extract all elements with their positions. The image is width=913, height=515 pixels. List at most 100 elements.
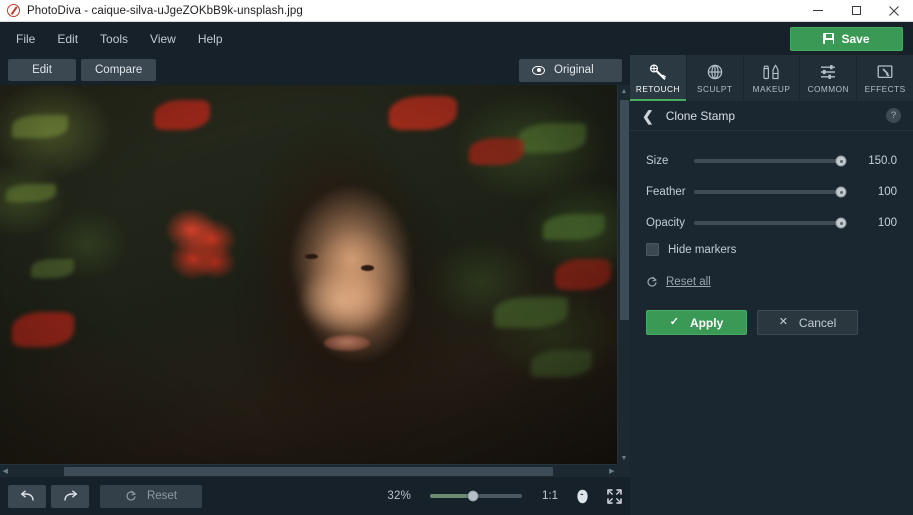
- photo-preview[interactable]: [0, 85, 617, 464]
- undo-icon: [20, 490, 34, 501]
- feather-slider-handle[interactable]: [835, 186, 847, 198]
- save-floppy-icon: [823, 33, 835, 44]
- redo-icon: [63, 490, 77, 501]
- eye-icon: [532, 65, 545, 75]
- app-logo-icon: [7, 4, 20, 17]
- menu-item-view[interactable]: View: [139, 27, 187, 51]
- menu-item-tools[interactable]: Tools: [89, 27, 139, 51]
- canvas-vertical-scrollbar[interactable]: ▲ ▼: [617, 85, 630, 464]
- photodiva-window: PhotoDiva - caique-silva-uJgeZOKbB9k-uns…: [0, 0, 913, 515]
- hide-markers-checkbox[interactable]: [646, 243, 659, 256]
- horizontal-scroll-thumb[interactable]: [64, 466, 553, 476]
- size-slider-label: Size: [646, 155, 669, 167]
- maximize-icon: [851, 6, 861, 15]
- close-button[interactable]: [875, 0, 913, 22]
- reset-circular-arrow-icon: [126, 490, 136, 501]
- view-toolbar: Edit Compare Original: [0, 55, 630, 85]
- minimize-icon: [813, 10, 823, 11]
- reset-button-label: Reset: [146, 490, 178, 502]
- check-icon: ✓: [669, 316, 679, 328]
- undo-button[interactable]: [8, 484, 46, 508]
- close-icon: [889, 5, 899, 16]
- title-bar: PhotoDiva - caique-silva-uJgeZOKbB9k-uns…: [0, 0, 913, 22]
- tab-common[interactable]: COMMON: [800, 55, 858, 101]
- face-zoom-button[interactable]: [576, 489, 589, 504]
- tab-effects-label: EFFECTS: [864, 83, 906, 94]
- cross-icon: ✕: [778, 316, 788, 328]
- minimize-button[interactable]: [799, 0, 837, 22]
- cancel-button-label: Cancel: [798, 315, 837, 330]
- tab-makeup[interactable]: MAKEUP: [744, 55, 801, 101]
- feather-slider-track[interactable]: [694, 190, 841, 194]
- size-slider[interactable]: [694, 154, 847, 168]
- compare-tab-button[interactable]: Compare: [81, 59, 157, 81]
- zoom-slider[interactable]: [430, 489, 522, 503]
- menu-item-edit[interactable]: Edit: [46, 27, 89, 51]
- editor-column: Edit Compare Original ▲ ▼ ◀ ▶ Reset 32% …: [0, 55, 630, 515]
- vertical-scroll-thumb[interactable]: [619, 99, 629, 320]
- back-chevron-icon[interactable]: ❮: [642, 109, 654, 123]
- save-button[interactable]: Save: [790, 26, 903, 51]
- horizontal-scroll-track[interactable]: [10, 465, 606, 477]
- fit-to-screen-button[interactable]: [607, 488, 622, 504]
- feather-slider[interactable]: [694, 185, 847, 199]
- zoom-percent-label: 32%: [387, 490, 411, 502]
- scroll-right-icon[interactable]: ▶: [607, 465, 617, 477]
- reset-button[interactable]: Reset: [100, 484, 202, 508]
- panel-action-buttons: ✓ Apply ✕ Cancel: [646, 310, 897, 335]
- scroll-down-icon[interactable]: ▼: [618, 452, 630, 464]
- tab-retouch[interactable]: RETOUCH: [630, 55, 687, 101]
- tab-common-label: COMMON: [807, 83, 849, 94]
- apply-button[interactable]: ✓ Apply: [646, 310, 747, 335]
- tab-effects[interactable]: EFFECTS: [857, 55, 913, 101]
- hide-markers-label: Hide markers: [668, 243, 737, 256]
- canvas-horizontal-scrollbar[interactable]: ◀ ▶: [0, 464, 617, 477]
- opacity-slider-value: 100: [877, 217, 897, 229]
- makeup-brushes-icon: [763, 63, 780, 79]
- maximize-button[interactable]: [837, 0, 875, 22]
- opacity-slider-track[interactable]: [694, 221, 841, 225]
- panel-header: ❮ Clone Stamp ?: [630, 101, 913, 131]
- opacity-slider-label: Opacity: [646, 217, 685, 229]
- reset-all-label: Reset all: [666, 276, 711, 288]
- actual-size-button[interactable]: 1:1: [542, 490, 558, 502]
- sculpt-globe-icon: [707, 64, 722, 79]
- tab-sculpt-label: SCULPT: [696, 83, 733, 94]
- opacity-slider-handle[interactable]: [835, 217, 847, 229]
- clone-stamp-controls: Size 150.0 Feather 100 Opacity 100 Hide …: [630, 131, 913, 335]
- zoom-slider-handle[interactable]: [467, 490, 479, 502]
- reset-all-link[interactable]: Reset all: [646, 276, 897, 288]
- edit-tab-button[interactable]: Edit: [8, 59, 76, 81]
- scroll-left-icon[interactable]: ◀: [0, 465, 10, 477]
- save-button-label: Save: [841, 31, 870, 46]
- sliders-icon: [821, 64, 836, 79]
- show-original-button[interactable]: Original: [519, 58, 622, 82]
- effects-frame-icon: [877, 64, 893, 78]
- vertical-scroll-track[interactable]: [618, 97, 630, 452]
- tab-sculpt[interactable]: SCULPT: [687, 55, 744, 101]
- size-slider-track[interactable]: [694, 159, 841, 163]
- help-icon[interactable]: ?: [886, 108, 901, 123]
- image-canvas-area[interactable]: ▲ ▼ ◀ ▶: [0, 85, 630, 477]
- main-content: Edit Compare Original ▲ ▼ ◀ ▶ Reset 32% …: [0, 55, 913, 515]
- tool-panel: RETOUCH SCULPT MAKEUP COMMON EFFECTS ❮ C…: [630, 55, 913, 515]
- menu-bar: File Edit Tools View Help Save: [0, 22, 913, 55]
- window-title: PhotoDiva - caique-silva-uJgeZOKbB9k-uns…: [27, 4, 303, 17]
- redo-button[interactable]: [51, 484, 89, 508]
- size-slider-handle[interactable]: [835, 155, 847, 167]
- feather-slider-value: 100: [877, 186, 897, 198]
- cancel-button[interactable]: ✕ Cancel: [757, 310, 858, 335]
- hide-markers-checkbox-row[interactable]: Hide markers: [646, 243, 897, 256]
- tab-retouch-label: RETOUCH: [635, 83, 680, 94]
- feather-slider-row: Feather 100: [646, 180, 897, 204]
- menu-item-help[interactable]: Help: [187, 27, 234, 51]
- size-slider-value: 150.0: [868, 155, 897, 167]
- opacity-slider[interactable]: [694, 216, 847, 230]
- fullscreen-expand-icon: [607, 488, 622, 504]
- scroll-up-icon[interactable]: ▲: [618, 85, 630, 97]
- menu-item-file[interactable]: File: [5, 27, 46, 51]
- size-slider-row: Size 150.0: [646, 149, 897, 173]
- tab-makeup-label: MAKEUP: [752, 83, 791, 94]
- opacity-slider-row: Opacity 100: [646, 211, 897, 235]
- photo-vignette: [0, 85, 617, 464]
